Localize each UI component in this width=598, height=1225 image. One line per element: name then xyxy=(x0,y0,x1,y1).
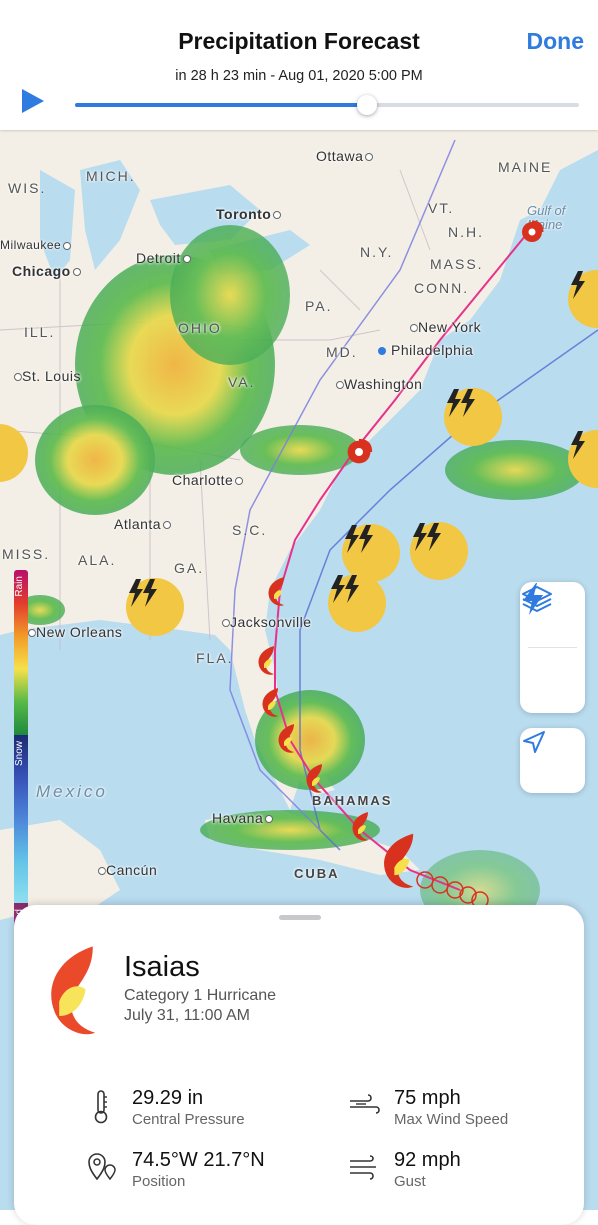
hurricane-icon[interactable] xyxy=(272,722,302,756)
hurricane-icon[interactable] xyxy=(256,686,286,720)
timeline-slider[interactable] xyxy=(75,95,579,115)
legend-rain-label: Rain xyxy=(14,576,25,597)
hurricane-current-icon[interactable] xyxy=(368,830,432,894)
gust-icon xyxy=(350,1155,376,1180)
lightning-toggle-button[interactable] xyxy=(520,583,585,713)
location-arrow-icon xyxy=(523,731,545,753)
map-label-st-louis: St. Louis xyxy=(12,368,81,384)
done-button[interactable]: Done xyxy=(527,28,585,55)
page-title: Precipitation Forecast xyxy=(178,28,420,54)
map-label-ga: GA. xyxy=(174,560,205,576)
forecast-time-label: in 28 h 23 min - Aug 01, 2020 5:00 PM xyxy=(175,68,423,84)
map-label-detroit: Detroit xyxy=(136,250,191,266)
locate-button[interactable] xyxy=(520,728,585,793)
map-label-md: MD. xyxy=(326,344,358,360)
hurricane-icon[interactable] xyxy=(252,644,282,678)
max-wind-label: Max Wind Speed xyxy=(394,1111,509,1128)
map-label-atlanta: Atlanta xyxy=(114,516,172,532)
gust-value: 92 mph xyxy=(394,1149,461,1171)
map-label-nh: N.H. xyxy=(448,224,484,240)
gust-stat: 92 mph Gust xyxy=(394,1149,461,1190)
position-stat: 74.5°W 21.7°N Position xyxy=(132,1149,265,1190)
map-label-maine: MAINE xyxy=(498,159,553,175)
map-label-ill: ILL. xyxy=(24,324,56,340)
lightning-strike-icon[interactable] xyxy=(126,578,184,636)
timeline-slider-fill xyxy=(75,103,368,107)
lightning-strike-icon[interactable] xyxy=(444,388,502,446)
map-label-milwaukee: Milwaukee xyxy=(0,238,72,252)
map-label-toronto: Toronto xyxy=(216,206,282,222)
locate-button-cell[interactable] xyxy=(520,728,585,793)
hurricane-icon[interactable] xyxy=(343,436,375,468)
map-label-ny: N.Y. xyxy=(360,244,394,260)
map-label-ohio: OHIO xyxy=(178,320,222,336)
forecast-header: Precipitation Forecast Done in 28 h 23 m… xyxy=(0,0,598,130)
hurricane-icon[interactable] xyxy=(518,218,546,246)
map-controls-group xyxy=(520,582,585,713)
play-icon[interactable] xyxy=(22,89,44,113)
sheet-grabber[interactable] xyxy=(279,915,321,920)
map-label-chicago: Chicago xyxy=(12,263,81,279)
map-label-new-york: New York xyxy=(408,319,481,335)
map-label-gulf-of-mexico: Mexico xyxy=(36,782,108,801)
central-pressure-stat: 29.29 in Central Pressure xyxy=(132,1087,245,1128)
timeline-slider-thumb[interactable] xyxy=(357,95,378,115)
map-label-va: VA. xyxy=(228,374,256,390)
position-value: 74.5°W 21.7°N xyxy=(132,1149,265,1171)
gust-label: Gust xyxy=(394,1173,426,1190)
map-label-sc: S.C. xyxy=(232,522,268,538)
legend-rain: Rain xyxy=(14,570,28,735)
map-label-miss: MISS. xyxy=(2,546,51,562)
map-label-ala: ALA. xyxy=(78,552,117,568)
location-pin-icon xyxy=(88,1153,116,1181)
max-wind-stat: 75 mph Max Wind Speed xyxy=(394,1087,508,1128)
max-wind-value: 75 mph xyxy=(394,1087,461,1109)
map-label-charlotte: Charlotte xyxy=(172,472,244,488)
map-label-mich: MICH. xyxy=(86,168,136,184)
map-label-fla: FLA. xyxy=(196,650,234,666)
map-label-new-orleans: New Orleans xyxy=(26,624,122,640)
lightning-icon xyxy=(523,583,543,615)
legend-snow-label: Snow xyxy=(14,741,25,767)
map-label-vt: VT. xyxy=(428,200,455,216)
map-label-cuba: CUBA xyxy=(294,866,340,881)
map-label-jacksonville: Jacksonville xyxy=(220,614,311,630)
map-label-mass: MASS. xyxy=(430,256,484,272)
central-pressure-value: 29.29 in xyxy=(132,1087,204,1109)
map-label-havana: Havana xyxy=(212,810,274,826)
map-label-conn: CONN. xyxy=(414,280,470,296)
lightning-strike-icon[interactable] xyxy=(410,522,468,580)
legend-snow: Snow xyxy=(14,735,28,903)
map-label-washington: Washington xyxy=(334,376,422,392)
storm-details-sheet: Isaias Category 1 Hurricane July 31, 11:… xyxy=(14,905,584,1225)
storm-date: July 31, 11:00 AM xyxy=(124,1007,250,1024)
map-label-pa: PA. xyxy=(305,298,333,314)
lightning-strike-icon[interactable] xyxy=(328,574,386,632)
central-pressure-label: Central Pressure xyxy=(132,1111,245,1128)
hurricane-icon xyxy=(51,946,96,1035)
hurricane-icon[interactable] xyxy=(300,762,330,796)
wind-icon xyxy=(350,1094,380,1114)
position-label: Position xyxy=(132,1173,186,1190)
hurricane-icon[interactable] xyxy=(262,575,292,609)
map-label-cancun: Cancún xyxy=(96,862,157,878)
map-label-ottawa: Ottawa xyxy=(316,148,374,164)
storm-name: Isaias xyxy=(124,951,200,983)
thermometer-icon xyxy=(94,1090,108,1124)
map-label-philadelphia: Philadelphia xyxy=(378,342,473,358)
storm-category: Category 1 Hurricane xyxy=(124,987,277,1004)
map-label-wis: WIS. xyxy=(8,180,47,196)
